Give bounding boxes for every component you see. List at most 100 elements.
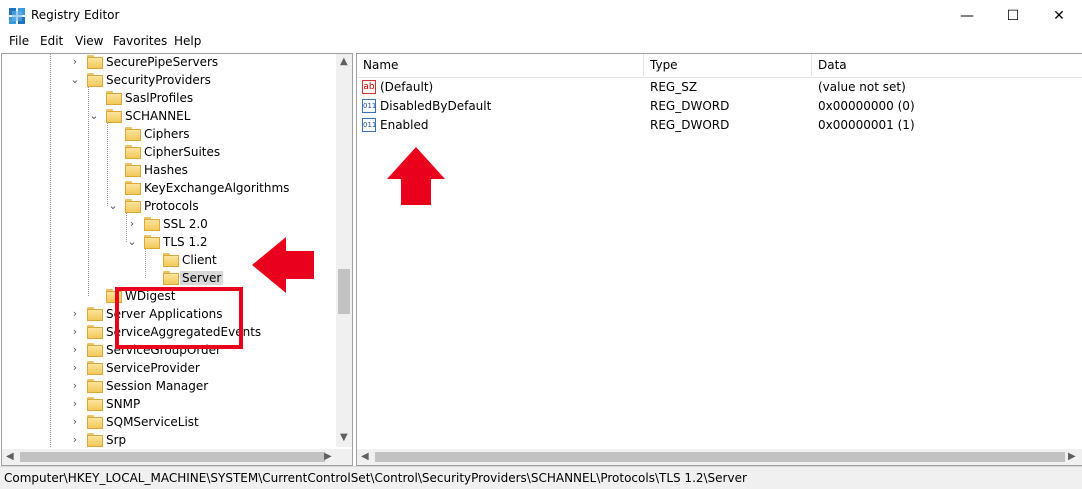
status-bar: Computer\HKEY_LOCAL_MACHINE\SYSTEM\Curre… xyxy=(0,466,1082,489)
tree-vertical-scroll-thumb[interactable] xyxy=(338,269,350,314)
maximize-icon: ☐ xyxy=(1006,7,1020,24)
registry-editor-icon xyxy=(9,8,25,24)
column-header-data[interactable]: Data xyxy=(812,54,1082,76)
list-horizontal-scrollbar[interactable]: ◀ ▶ xyxy=(357,449,1082,465)
tree-item-hashes[interactable]: Hashes xyxy=(2,162,336,180)
tree-item-label: Protocols xyxy=(144,199,199,213)
menu-file[interactable]: File xyxy=(9,34,29,48)
minimize-icon: — xyxy=(960,7,974,24)
expand-icon[interactable]: › xyxy=(127,218,137,230)
value-name: DisabledByDefault xyxy=(380,99,492,113)
tree-horizontal-scroll-thumb[interactable] xyxy=(20,452,325,462)
up-arrow-annotation-icon xyxy=(387,147,445,205)
menu-edit[interactable]: Edit xyxy=(40,34,63,48)
scroll-down-icon[interactable]: ▼ xyxy=(340,432,348,443)
menu-bar: File Edit View Favorites Help xyxy=(0,31,1082,51)
tree-item-label-selected: Server xyxy=(180,271,224,285)
tree-item-label: SaslProfiles xyxy=(125,91,194,105)
expand-icon[interactable]: › xyxy=(70,308,80,320)
list-horizontal-scroll-thumb[interactable] xyxy=(375,452,1065,462)
scroll-left-icon[interactable]: ◀ xyxy=(361,451,369,462)
tree-item-label: KeyExchangeAlgorithms xyxy=(144,181,290,195)
collapse-icon[interactable]: ⌄ xyxy=(70,74,80,86)
highlight-box xyxy=(115,287,243,349)
tree-item-label: Session Manager xyxy=(106,379,209,393)
scroll-left-icon[interactable]: ◀ xyxy=(6,451,14,462)
list-row[interactable]: 011 Enabled REG_DWORD 0x00000001 (1) xyxy=(357,116,1082,135)
value-type: REG_DWORD xyxy=(650,118,730,132)
tree-item-label: SecurityProviders xyxy=(106,73,211,87)
binary-value-icon: 011 xyxy=(362,99,376,113)
folder-icon xyxy=(87,361,103,375)
tree-item-label: ServiceProvider xyxy=(106,361,200,375)
folder-icon xyxy=(144,217,160,231)
tree-item-snmp[interactable]: › SNMP xyxy=(2,396,336,414)
menu-view[interactable]: View xyxy=(75,34,103,48)
registry-tree[interactable]: › SecurePipeServers ⌄ SecurityProviders … xyxy=(1,53,353,466)
expand-icon[interactable]: › xyxy=(70,56,80,68)
tree-item-sqmservicelist[interactable]: › SQMServiceList xyxy=(2,414,336,432)
expand-icon[interactable]: › xyxy=(70,326,80,338)
folder-icon xyxy=(87,397,103,411)
column-header-type[interactable]: Type xyxy=(644,54,812,76)
value-data: (value not set) xyxy=(818,80,906,94)
list-row[interactable]: 011 DisabledByDefault REG_DWORD 0x000000… xyxy=(357,97,1082,116)
tree-item-label: Ciphers xyxy=(144,127,190,141)
value-data: 0x00000000 (0) xyxy=(818,99,915,113)
tree-item-ciphersuites[interactable]: CipherSuites xyxy=(2,144,336,162)
tree-item-serviceprovider[interactable]: › ServiceProvider xyxy=(2,360,336,378)
list-row[interactable]: ab (Default) REG_SZ (value not set) xyxy=(357,78,1082,97)
scroll-up-icon[interactable]: ▲ xyxy=(340,56,348,67)
folder-icon xyxy=(163,271,179,285)
folder-icon xyxy=(87,325,103,339)
folder-icon xyxy=(106,109,122,123)
value-name: (Default) xyxy=(380,80,434,94)
menu-favorites[interactable]: Favorites xyxy=(113,34,167,48)
scroll-right-icon[interactable]: ▶ xyxy=(1068,451,1076,462)
folder-icon xyxy=(87,415,103,429)
expand-icon[interactable]: › xyxy=(70,344,80,356)
column-header-name[interactable]: Name xyxy=(357,54,644,76)
tree-item-schannel[interactable]: ⌄ SCHANNEL xyxy=(2,108,336,126)
collapse-icon[interactable]: ⌄ xyxy=(127,236,137,248)
folder-icon xyxy=(87,73,103,87)
string-value-icon: ab xyxy=(362,80,376,94)
collapse-icon[interactable]: ⌄ xyxy=(108,200,118,212)
expand-icon[interactable]: › xyxy=(70,398,80,410)
tree-item-ciphers[interactable]: Ciphers xyxy=(2,126,336,144)
expand-icon[interactable]: › xyxy=(70,416,80,428)
tree-item-label: SSL 2.0 xyxy=(163,217,208,231)
tree-item-session-manager[interactable]: › Session Manager xyxy=(2,378,336,396)
close-button[interactable]: ✕ xyxy=(1036,0,1082,31)
folder-icon xyxy=(125,163,141,177)
tree-item-protocols[interactable]: ⌄ Protocols xyxy=(2,198,336,216)
values-list[interactable]: Name Type Data ab (Default) REG_SZ (valu… xyxy=(356,53,1082,466)
tree-item-ssl-2-0[interactable]: › SSL 2.0 xyxy=(2,216,336,234)
tree-item-keyexchangealgorithms[interactable]: KeyExchangeAlgorithms xyxy=(2,180,336,198)
scroll-right-icon[interactable]: ▶ xyxy=(324,451,332,462)
tree-item-securityproviders[interactable]: ⌄ SecurityProviders xyxy=(2,72,336,90)
collapse-icon[interactable]: ⌄ xyxy=(89,110,99,122)
tree-vertical-scrollbar[interactable]: ▲ ▼ xyxy=(336,54,352,447)
tree-item-label: Srp xyxy=(106,433,127,447)
tree-horizontal-scrollbar[interactable]: ◀ ▶ xyxy=(2,449,352,465)
maximize-button[interactable]: ☐ xyxy=(990,0,1036,31)
expand-icon[interactable]: › xyxy=(70,434,80,446)
left-arrow-annotation-icon xyxy=(252,237,314,293)
tree-item-securepipeservers[interactable]: › SecurePipeServers xyxy=(2,54,336,72)
folder-icon xyxy=(87,343,103,357)
tree-item-saslprofiles[interactable]: SaslProfiles xyxy=(2,90,336,108)
menu-help[interactable]: Help xyxy=(174,34,201,48)
minimize-button[interactable]: — xyxy=(944,0,990,31)
folder-icon xyxy=(163,253,179,267)
folder-icon xyxy=(125,199,141,213)
expand-icon[interactable]: › xyxy=(70,362,80,374)
value-type: REG_SZ xyxy=(650,80,698,94)
tree-item-label: CipherSuites xyxy=(144,145,221,159)
tree-item-label: TLS 1.2 xyxy=(163,235,208,249)
tree-item-label: Hashes xyxy=(144,163,188,177)
tree-item-srp[interactable]: › Srp xyxy=(2,432,336,450)
window-title: Registry Editor xyxy=(31,8,120,22)
expand-icon[interactable]: › xyxy=(70,380,80,392)
tree-item-label: SecurePipeServers xyxy=(106,55,219,69)
